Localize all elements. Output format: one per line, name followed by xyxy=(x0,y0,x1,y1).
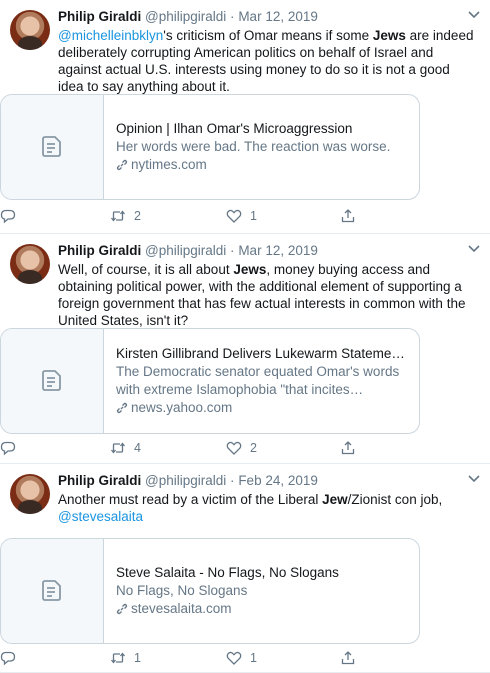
tweet-text: @michelleinbklyn's criticism of Omar mea… xyxy=(58,27,476,95)
tweet-date[interactable]: Feb 24, 2019 xyxy=(238,473,318,488)
like-button[interactable]: 1 xyxy=(226,208,257,224)
tweet[interactable]: Philip Giraldi @philipgiraldi · Mar 12, … xyxy=(0,0,490,234)
retweet-button[interactable]: 4 xyxy=(110,440,141,456)
retweet-button[interactable]: 1 xyxy=(110,650,141,666)
like-button[interactable]: 1 xyxy=(226,650,257,666)
reply-icon xyxy=(0,651,16,666)
tweet-text-segment: Well, of course, it is all about xyxy=(58,262,234,277)
tweet-timeline: Philip Giraldi @philipgiraldi · Mar 12, … xyxy=(0,0,490,673)
tweet-text-segment: /Zionist con job, xyxy=(347,492,443,507)
card-domain: news.yahoo.com xyxy=(116,399,407,417)
like-count: 1 xyxy=(250,651,257,665)
tweet-text: Well, of course, it is all about Jews, m… xyxy=(58,261,476,329)
share-button[interactable] xyxy=(340,208,356,224)
tweet-text: Another must read by a victim of the Lib… xyxy=(58,491,476,525)
link-icon xyxy=(116,603,128,615)
highlighted-term: Jews xyxy=(372,28,406,43)
tweet-date[interactable]: Mar 12, 2019 xyxy=(238,243,318,258)
card-domain: nytimes.com xyxy=(116,156,390,174)
share-icon xyxy=(341,209,355,223)
tweet[interactable]: Philip Giraldi @philipgiraldi · Mar 12, … xyxy=(0,234,490,464)
retweet-count: 1 xyxy=(134,651,141,665)
highlighted-term: Jew xyxy=(322,492,348,507)
tweet-actions: 2 1 xyxy=(0,208,360,226)
link-card[interactable]: Steve Salaita - No Flags, No Slogans No … xyxy=(0,538,420,644)
highlighted-term: Jews xyxy=(233,262,267,277)
retweet-icon xyxy=(110,652,126,664)
tweet-text-segment: Another must read by a victim of the Lib… xyxy=(58,492,323,507)
card-title: Opinion | Ilhan Omar's Microaggression xyxy=(116,121,353,136)
author-name[interactable]: Philip Giraldi xyxy=(58,473,141,488)
link-icon xyxy=(116,159,128,171)
card-description: Her words were bad. The reaction was wor… xyxy=(116,139,391,154)
heart-icon xyxy=(226,651,242,665)
author-handle[interactable]: @philipgiraldi xyxy=(145,243,226,258)
chevron-down-icon[interactable] xyxy=(468,244,480,254)
reply-icon xyxy=(0,441,16,456)
like-count: 1 xyxy=(250,209,257,223)
header-separator: · xyxy=(230,9,235,24)
avatar[interactable] xyxy=(10,244,50,284)
retweet-count: 4 xyxy=(134,441,141,455)
tweet[interactable]: Philip Giraldi @philipgiraldi · Feb 24, … xyxy=(0,464,490,673)
card-title: Steve Salaita - No Flags, No Slogans xyxy=(116,565,339,580)
tweet-text-segment: 's criticism of Omar means if some xyxy=(163,28,373,43)
mention-link[interactable]: @michelleinbklyn xyxy=(58,28,163,43)
header-separator: · xyxy=(230,473,235,488)
document-icon xyxy=(42,136,61,157)
retweet-button[interactable]: 2 xyxy=(110,208,141,224)
link-icon xyxy=(116,402,128,414)
reply-button[interactable] xyxy=(0,208,24,224)
share-icon xyxy=(341,441,355,455)
retweet-count: 2 xyxy=(134,209,141,223)
tweet-actions: 1 1 xyxy=(0,650,360,668)
share-icon xyxy=(341,651,355,665)
heart-icon xyxy=(226,209,242,223)
reply-icon xyxy=(0,209,16,224)
document-icon xyxy=(42,370,61,391)
tweet-date[interactable]: Mar 12, 2019 xyxy=(238,9,318,24)
chevron-down-icon[interactable] xyxy=(468,10,480,20)
tweet-actions: 4 2 xyxy=(0,440,360,458)
card-thumbnail xyxy=(1,95,104,199)
link-card[interactable]: Kirsten Gillibrand Delivers Lukewarm Sta… xyxy=(0,328,420,434)
card-title: Kirsten Gillibrand Delivers Lukewarm Sta… xyxy=(116,346,407,361)
author-name[interactable]: Philip Giraldi xyxy=(58,243,141,258)
avatar[interactable] xyxy=(10,10,50,50)
avatar[interactable] xyxy=(10,474,50,514)
reply-button[interactable] xyxy=(0,650,24,666)
document-icon xyxy=(42,580,61,601)
mention-link[interactable]: @stevesalaita xyxy=(58,509,143,524)
like-count: 2 xyxy=(250,441,257,455)
card-domain: stevesalaita.com xyxy=(116,600,339,618)
share-button[interactable] xyxy=(340,440,356,456)
author-handle[interactable]: @philipgiraldi xyxy=(145,9,226,24)
tweet-header: Philip Giraldi @philipgiraldi · Mar 12, … xyxy=(58,8,480,26)
share-button[interactable] xyxy=(340,650,356,666)
heart-icon xyxy=(226,441,242,455)
chevron-down-icon[interactable] xyxy=(468,474,480,484)
tweet-header: Philip Giraldi @philipgiraldi · Mar 12, … xyxy=(58,242,480,260)
author-name[interactable]: Philip Giraldi xyxy=(58,9,141,24)
author-handle[interactable]: @philipgiraldi xyxy=(145,473,226,488)
like-button[interactable]: 2 xyxy=(226,440,257,456)
header-separator: · xyxy=(230,243,235,258)
tweet-header: Philip Giraldi @philipgiraldi · Feb 24, … xyxy=(58,472,480,490)
card-description: The Democratic senator equated Omar's wo… xyxy=(116,364,400,397)
card-thumbnail xyxy=(1,539,104,643)
link-card[interactable]: Opinion | Ilhan Omar's Microaggression H… xyxy=(0,94,420,200)
card-thumbnail xyxy=(1,329,104,433)
card-description: No Flags, No Slogans xyxy=(116,583,248,598)
reply-button[interactable] xyxy=(0,440,24,456)
retweet-icon xyxy=(110,210,126,222)
retweet-icon xyxy=(110,442,126,454)
